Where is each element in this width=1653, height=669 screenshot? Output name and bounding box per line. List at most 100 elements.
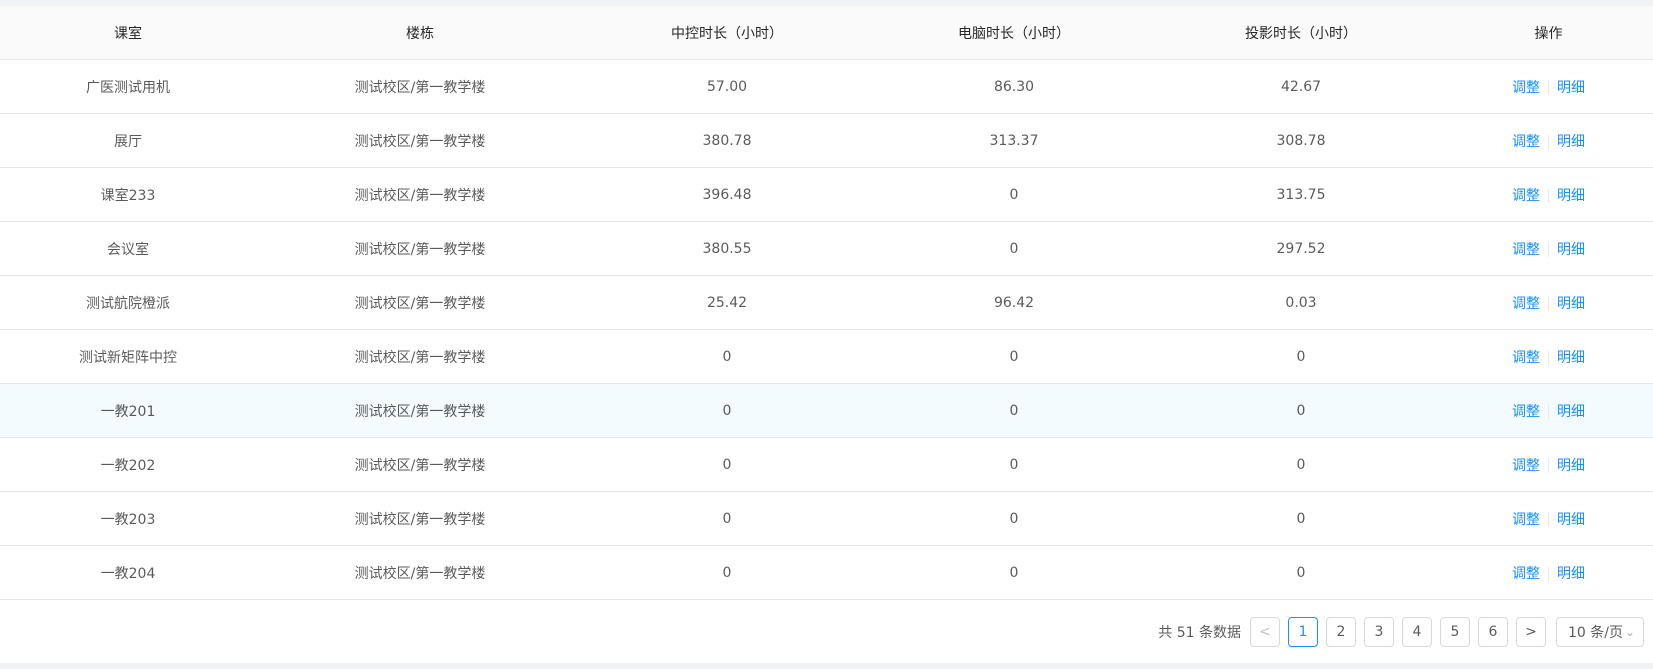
header-pc-hours: 电脑时长（小时） [870, 6, 1158, 60]
page: 课室 楼栋 中控时长（小时） 电脑时长（小时） 投影时长（小时） 操作 广医测试… [0, 0, 1653, 669]
cell-pc-hours: 0 [870, 491, 1158, 546]
action-divider [1548, 242, 1549, 257]
cell-actions: 调整 明细 [1444, 437, 1653, 492]
cell-projector-hours: 0 [1158, 545, 1444, 600]
next-page-button[interactable]: > [1516, 617, 1546, 647]
cell-building: 测试校区/第一教学楼 [256, 59, 584, 114]
table-row: 一教204 测试校区/第一教学楼 0 0 0 调整 明细 [0, 545, 1653, 600]
cell-actions: 调整 明细 [1444, 167, 1653, 222]
cell-building: 测试校区/第一教学楼 [256, 545, 584, 600]
adjust-link[interactable]: 调整 [1512, 566, 1540, 582]
cell-pc-hours: 96.42 [870, 275, 1158, 330]
cell-pc-hours: 86.30 [870, 59, 1158, 114]
cell-room: 一教204 [0, 545, 256, 600]
cell-room: 测试新矩阵中控 [0, 329, 256, 384]
cell-projector-hours: 297.52 [1158, 221, 1444, 276]
cell-control-hours: 57.00 [584, 59, 870, 114]
action-divider [1548, 188, 1549, 203]
header-actions: 操作 [1444, 6, 1653, 60]
table-row: 展厅 测试校区/第一教学楼 380.78 313.37 308.78 调整 明细 [0, 113, 1653, 168]
adjust-link[interactable]: 调整 [1512, 242, 1540, 258]
detail-link[interactable]: 明细 [1557, 458, 1585, 474]
adjust-link[interactable]: 调整 [1512, 80, 1540, 96]
detail-link[interactable]: 明细 [1557, 350, 1585, 366]
detail-link[interactable]: 明细 [1557, 296, 1585, 312]
table-row: 测试新矩阵中控 测试校区/第一教学楼 0 0 0 调整 明细 [0, 329, 1653, 384]
pagination: 共 51 条数据 < 1 2 3 4 5 6 > 10 条/页 ⌄ [1158, 616, 1644, 648]
cell-building: 测试校区/第一教学楼 [256, 113, 584, 168]
cell-pc-hours: 0 [870, 383, 1158, 438]
table-card: 课室 楼栋 中控时长（小时） 电脑时长（小时） 投影时长（小时） 操作 广医测试… [0, 6, 1653, 663]
chevron-left-icon: < [1259, 624, 1271, 640]
cell-actions: 调整 明细 [1444, 383, 1653, 438]
cell-control-hours: 380.55 [584, 221, 870, 276]
cell-projector-hours: 0 [1158, 329, 1444, 384]
adjust-link[interactable]: 调整 [1512, 134, 1540, 150]
detail-link[interactable]: 明细 [1557, 188, 1585, 204]
cell-pc-hours: 0 [870, 221, 1158, 276]
cell-room: 一教202 [0, 437, 256, 492]
page-size-value: 10 条/页 [1568, 625, 1623, 641]
detail-link[interactable]: 明细 [1557, 404, 1585, 420]
cell-control-hours: 0 [584, 383, 870, 438]
cell-projector-hours: 313.75 [1158, 167, 1444, 222]
action-divider [1548, 512, 1549, 527]
action-divider [1548, 80, 1549, 95]
page-size-select[interactable]: 10 条/页 ⌄ [1556, 617, 1644, 647]
cell-projector-hours: 308.78 [1158, 113, 1444, 168]
cell-projector-hours: 0 [1158, 437, 1444, 492]
adjust-link[interactable]: 调整 [1512, 404, 1540, 420]
cell-actions: 调整 明细 [1444, 59, 1653, 114]
table-row: 一教203 测试校区/第一教学楼 0 0 0 调整 明细 [0, 491, 1653, 546]
chevron-right-icon: > [1525, 624, 1537, 640]
pagination-total: 共 51 条数据 [1158, 625, 1241, 641]
adjust-link[interactable]: 调整 [1512, 350, 1540, 366]
page-5-button[interactable]: 5 [1440, 617, 1470, 647]
table-row: 会议室 测试校区/第一教学楼 380.55 0 297.52 调整 明细 [0, 221, 1653, 276]
adjust-link[interactable]: 调整 [1512, 512, 1540, 528]
table-row: 一教202 测试校区/第一教学楼 0 0 0 调整 明细 [0, 437, 1653, 492]
cell-room: 一教201 [0, 383, 256, 438]
detail-link[interactable]: 明细 [1557, 242, 1585, 258]
table-row: 广医测试用机 测试校区/第一教学楼 57.00 86.30 42.67 调整 明细 [0, 59, 1653, 114]
adjust-link[interactable]: 调整 [1512, 296, 1540, 312]
header-projector-hours: 投影时长（小时） [1158, 6, 1444, 60]
cell-building: 测试校区/第一教学楼 [256, 437, 584, 492]
cell-control-hours: 25.42 [584, 275, 870, 330]
cell-pc-hours: 0 [870, 545, 1158, 600]
detail-link[interactable]: 明细 [1557, 566, 1585, 582]
page-2-button[interactable]: 2 [1326, 617, 1356, 647]
prev-page-button[interactable]: < [1250, 617, 1280, 647]
cell-room: 会议室 [0, 221, 256, 276]
cell-room: 一教203 [0, 491, 256, 546]
detail-link[interactable]: 明细 [1557, 134, 1585, 150]
page-4-button[interactable]: 4 [1402, 617, 1432, 647]
cell-room: 测试航院橙派 [0, 275, 256, 330]
cell-projector-hours: 0 [1158, 491, 1444, 546]
cell-pc-hours: 0 [870, 167, 1158, 222]
cell-control-hours: 380.78 [584, 113, 870, 168]
adjust-link[interactable]: 调整 [1512, 458, 1540, 474]
cell-actions: 调整 明细 [1444, 329, 1653, 384]
cell-building: 测试校区/第一教学楼 [256, 275, 584, 330]
cell-control-hours: 0 [584, 545, 870, 600]
cell-control-hours: 0 [584, 437, 870, 492]
cell-room: 广医测试用机 [0, 59, 256, 114]
cell-building: 测试校区/第一教学楼 [256, 329, 584, 384]
cell-pc-hours: 313.37 [870, 113, 1158, 168]
cell-building: 测试校区/第一教学楼 [256, 383, 584, 438]
cell-actions: 调整 明细 [1444, 113, 1653, 168]
cell-pc-hours: 0 [870, 329, 1158, 384]
cell-actions: 调整 明细 [1444, 491, 1653, 546]
adjust-link[interactable]: 调整 [1512, 188, 1540, 204]
page-6-button[interactable]: 6 [1478, 617, 1508, 647]
cell-actions: 调整 明细 [1444, 545, 1653, 600]
page-3-button[interactable]: 3 [1364, 617, 1394, 647]
action-divider [1548, 566, 1549, 581]
cell-actions: 调整 明细 [1444, 275, 1653, 330]
action-divider [1548, 458, 1549, 473]
page-1-button[interactable]: 1 [1288, 617, 1318, 647]
cell-control-hours: 0 [584, 491, 870, 546]
detail-link[interactable]: 明细 [1557, 80, 1585, 96]
detail-link[interactable]: 明细 [1557, 512, 1585, 528]
